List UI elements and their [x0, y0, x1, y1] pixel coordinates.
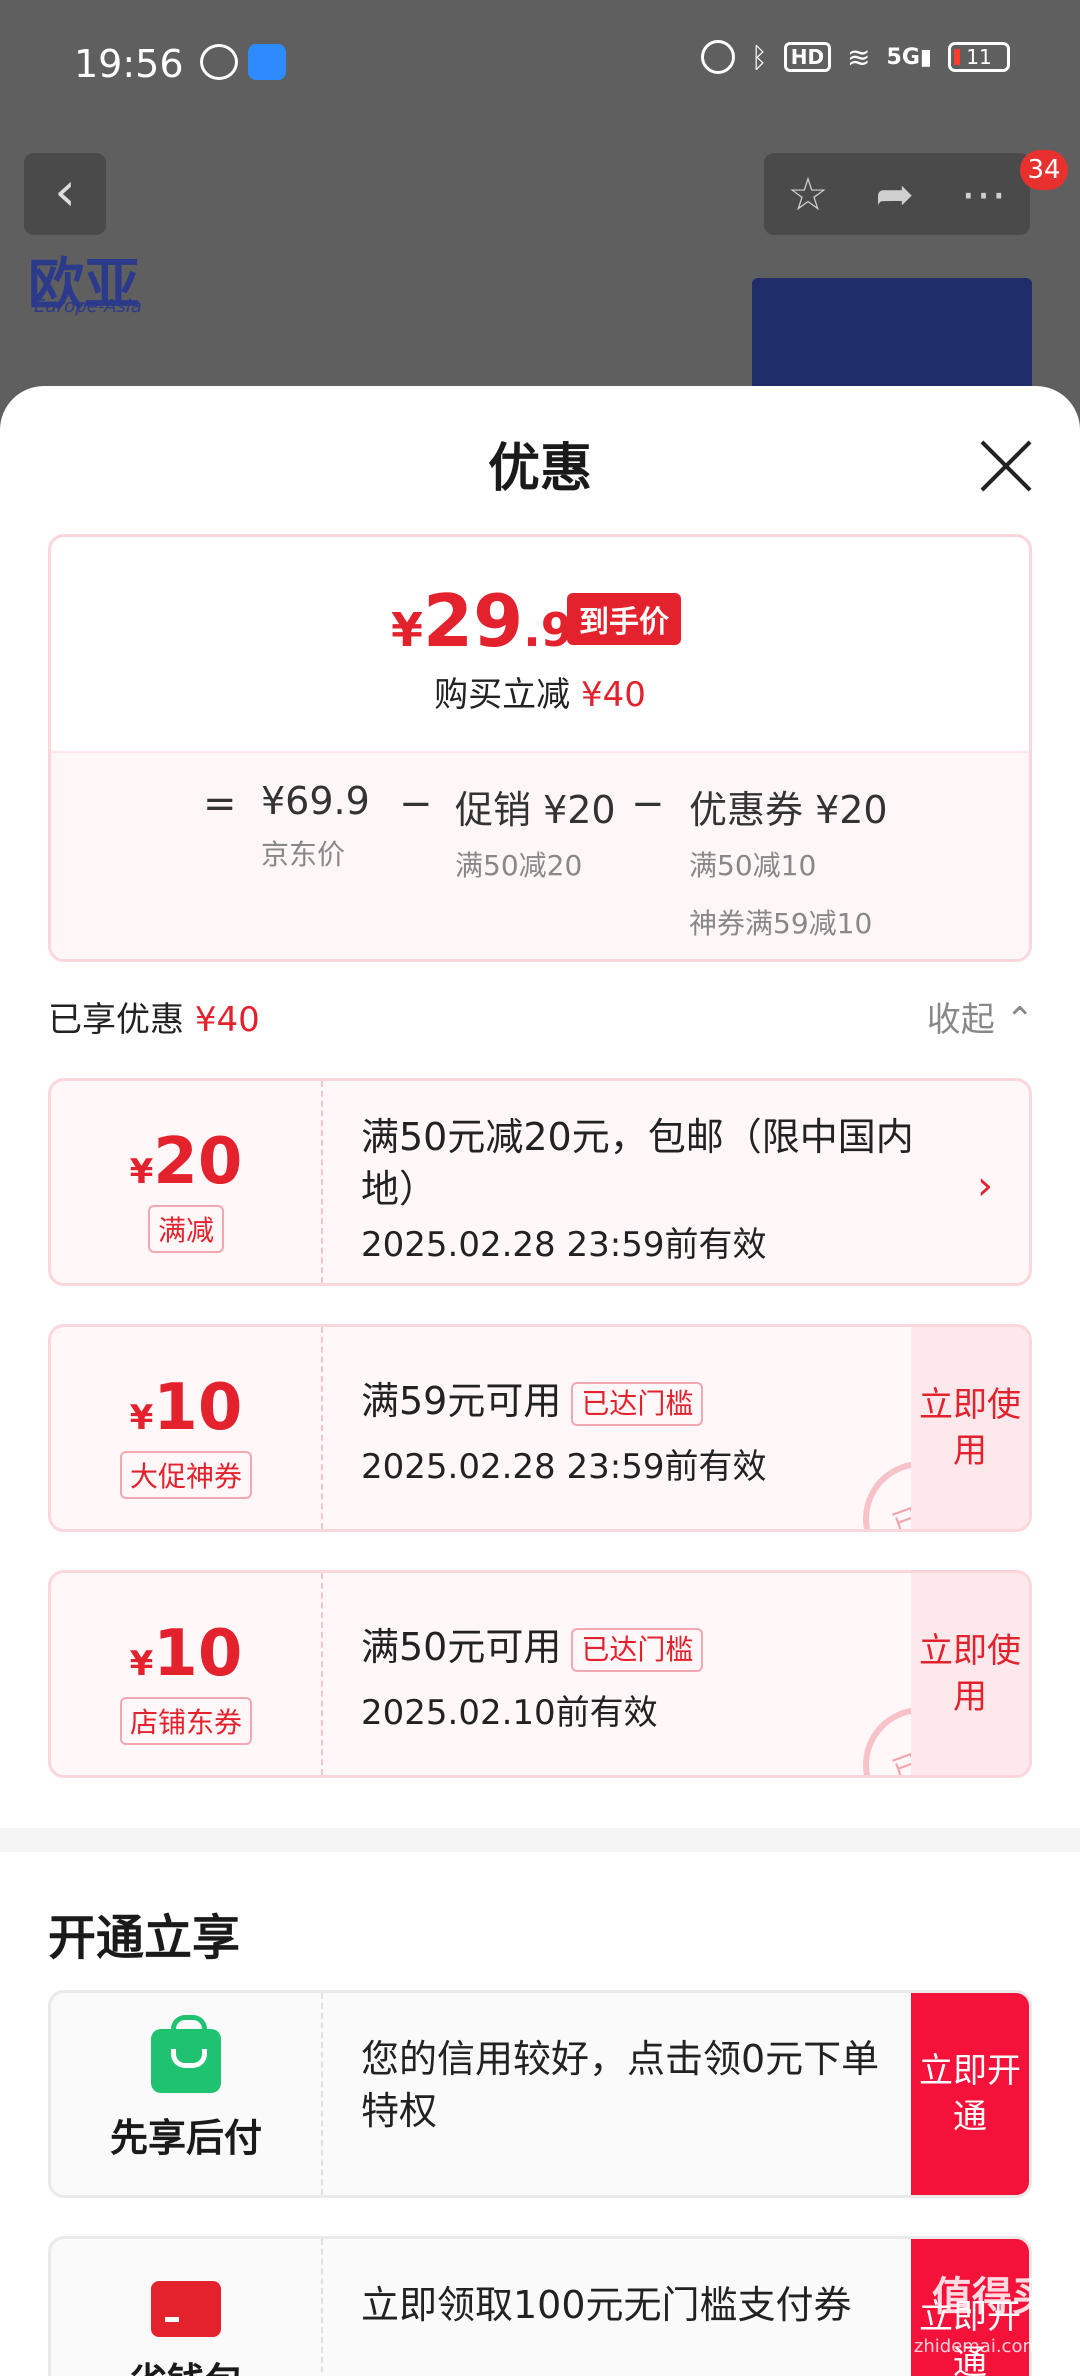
chevron-right-icon[interactable]: › [977, 1163, 993, 1209]
coupon-date: 2025.02.10前有效 [361, 1693, 658, 1733]
final-price-tag: 到手价 [567, 593, 681, 645]
back-button[interactable]: ‹ [24, 153, 106, 235]
wifi-icon: ≋ [847, 40, 871, 74]
coupon-value: ¥10 店铺东券 [51, 1573, 323, 1775]
collapse-button[interactable]: 收起 ⌃ [927, 992, 1034, 1041]
open-section-title: 开通立享 [48, 1910, 241, 1966]
shopping-bag-icon [151, 2015, 221, 2093]
service-name: 先享后付 [109, 2116, 262, 2160]
coupon-type-tag: 满减 [147, 1205, 224, 1253]
coupon-value: ¥20 满减 [51, 1081, 323, 1283]
coupon-value: ¥10 大促神券 [51, 1327, 323, 1529]
service-name: 省钱包 [51, 2351, 321, 2376]
coupon-card: ¥10 大促神券 满59元可用 已达门槛 2025.02.28 23:59前有效 … [48, 1324, 1032, 1532]
price-summary-card: ¥29.9 到手价 购买立减 ¥40 = ¥69.9 京东价 − 促销 ¥20 … [48, 534, 1032, 962]
coupon-type-tag: 店铺东券 [119, 1697, 252, 1745]
savings-wallet-card: 省钱包 立即领取100元无门槛支付券 立即开通 [48, 2236, 1032, 2376]
battery-icon: 11 [948, 42, 1010, 72]
price-breakdown: = ¥69.9 京东价 − 促销 ¥20 满50减20 − 优惠券 ¥20 满5… [51, 751, 1029, 959]
status-time: 19:56 [74, 42, 184, 86]
app-notification-icon [248, 44, 286, 80]
promo-cell: 促销 ¥20 满50减20 [455, 788, 616, 882]
brand-logo-sub: Europe-Asia [34, 296, 142, 317]
activate-button[interactable]: 立即开通 [911, 1993, 1029, 2195]
favorite-star-icon[interactable]: ☆ [787, 167, 828, 221]
more-icon[interactable]: ⋯ [961, 167, 1007, 221]
coupon-date: 2025.02.28 23:59前有效 [361, 1225, 767, 1265]
coupon-card: ¥10 店铺东券 满50元可用已达门槛 2025.02.10前有效 已领 立即使… [48, 1570, 1032, 1778]
coupon-desc: 满50元可用 已达门槛 [361, 1621, 921, 1673]
minus-sign: − [631, 781, 665, 827]
wechat-icon [200, 44, 238, 80]
pay-later-card: 先享后付 您的信用较好，点击领0元下单特权 立即开通 [48, 1990, 1032, 2198]
coupon-desc: 满59元可用 已达门槛 [361, 1375, 921, 1427]
final-price: ¥29.9 [391, 579, 573, 663]
minus-sign: − [399, 781, 433, 827]
close-icon[interactable] [978, 438, 1034, 494]
cart-badge: 34 [1020, 150, 1068, 190]
status-bar: 19:56 ᛒ HD ≋ 5G▮ 11 [0, 0, 1080, 130]
coupon-cell: 优惠券 ¥20 满50减10 神券满59减10 [689, 788, 888, 940]
instant-reduce: 购买立减 ¥40 [434, 675, 646, 715]
threshold-reached-badge: 已达门槛 [571, 1381, 704, 1426]
header-actions: ☆ ➦ ⋯ [764, 153, 1030, 235]
watermark-url: zhidemai.com [913, 2336, 1040, 2357]
coupon-desc: 满50元减20元，包邮（限中国内地） [361, 1115, 914, 1211]
jd-price-cell: ¥69.9 京东价 [261, 779, 370, 871]
coupon-date: 2025.02.28 23:59前有效 [361, 1447, 767, 1487]
enjoyed-discount: 已享优惠 ¥40 [48, 1000, 260, 1040]
threshold-reached-badge: 已达门槛 [571, 1627, 704, 1672]
alarm-icon [700, 40, 735, 74]
product-image [752, 278, 1032, 398]
hd-icon: HD [783, 42, 832, 72]
use-now-button[interactable]: 立即使用 [911, 1327, 1029, 1529]
bluetooth-icon: ᛒ [750, 40, 768, 74]
equals-sign: = [203, 781, 237, 827]
share-icon[interactable]: ➦ [875, 167, 914, 221]
service-desc: 立即领取100元无门槛支付券 [361, 2283, 852, 2327]
payment-card-icon [151, 2281, 221, 2337]
service-desc: 您的信用较好，点击领0元下单特权 [361, 2037, 880, 2133]
coupon-card[interactable]: ¥20 满减 满50元减20元，包邮（限中国内地） 2025.02.28 23:… [48, 1078, 1032, 1286]
use-now-button[interactable]: 立即使用 [911, 1573, 1029, 1775]
coupon-type-tag: 大促神券 [119, 1451, 252, 1499]
watermark-logo: 值得买 [932, 2274, 1052, 2320]
section-divider [0, 1828, 1080, 1852]
signal-icon: 5G▮ [886, 44, 932, 70]
discount-sheet: 优惠 ¥29.9 到手价 购买立减 ¥40 = ¥69.9 京东价 − 促销 ¥… [0, 386, 1080, 2376]
sheet-title: 优惠 [487, 439, 592, 499]
